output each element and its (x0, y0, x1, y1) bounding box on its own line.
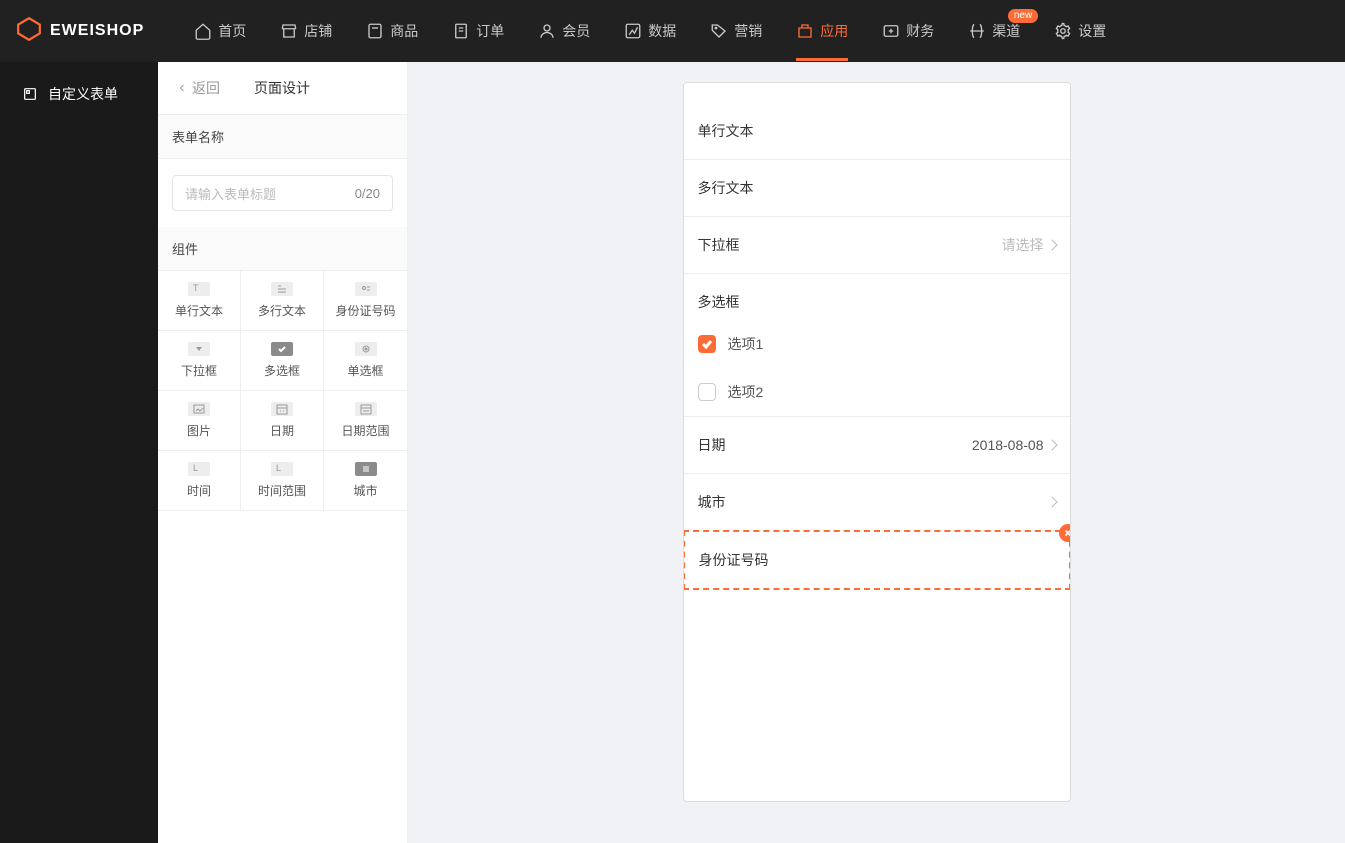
checkbox-icon (271, 342, 293, 356)
dropdown-value: 请选择 (1002, 235, 1056, 255)
nav-member[interactable]: 会员 (538, 1, 590, 61)
comp-date-range[interactable]: 日期范围 (324, 391, 407, 451)
home-icon (194, 22, 212, 40)
store-icon (280, 22, 298, 40)
comp-city[interactable]: 城市 (324, 451, 407, 511)
channel-icon (968, 22, 986, 40)
badge-new: new (1008, 9, 1038, 23)
preview-city[interactable]: 城市 (684, 474, 1070, 531)
tag-icon (710, 22, 728, 40)
logo-icon (16, 16, 42, 47)
checkbox-unchecked-icon (698, 383, 716, 401)
back-button[interactable]: 返回 (176, 78, 220, 98)
dropdown-icon (188, 342, 210, 356)
preview-idcard-selected[interactable]: 身份证号码 (683, 530, 1071, 590)
form-name-placeholder: 请输入表单标题 (185, 184, 276, 203)
form-name-input[interactable]: 请输入表单标题 0/20 (172, 175, 393, 211)
main-area: 返回 页面设计 表单名称 请输入表单标题 0/20 组件 T单行文本 多行文本 … (158, 62, 1345, 843)
form-name-label: 表单名称 (158, 115, 407, 159)
idcard-icon (355, 282, 377, 296)
chevron-right-icon (1046, 496, 1057, 507)
nav-store[interactable]: 店铺 (280, 1, 332, 61)
sidebar: 自定义表单 (0, 62, 158, 843)
app-icon (796, 22, 814, 40)
nav-finance[interactable]: 财务 (882, 1, 934, 61)
preview-checkbox-header[interactable]: 多选框 (684, 274, 1070, 320)
logo[interactable]: EWEISHOP (16, 16, 144, 47)
preview-date[interactable]: 日期 2018-08-08 (684, 417, 1070, 474)
comp-time-range[interactable]: L时间范围 (241, 451, 324, 511)
member-icon (538, 22, 556, 40)
checkbox-option-1[interactable]: 选项1 (684, 320, 1070, 368)
checkbox-option-2[interactable]: 选项2 (684, 368, 1070, 417)
panel-header: 返回 页面设计 (158, 62, 407, 115)
canvas-area: 单行文本 多行文本 下拉框 请选择 多选框 选项1 选项2 (408, 62, 1345, 843)
multitext-icon (271, 282, 293, 296)
comp-date[interactable]: 日期 (241, 391, 324, 451)
chart-icon (624, 22, 642, 40)
logo-text: EWEISHOP (50, 22, 144, 40)
nav-home[interactable]: 首页 (194, 1, 246, 61)
arrow-left-icon (176, 82, 188, 94)
top-nav: EWEISHOP 首页 店铺 商品 订单 会员 数据 营销 (0, 0, 1345, 62)
checkbox-checked-icon (698, 335, 716, 353)
comp-dropdown[interactable]: 下拉框 (158, 331, 241, 391)
comp-image[interactable]: 图片 (158, 391, 241, 451)
left-panel: 返回 页面设计 表单名称 请输入表单标题 0/20 组件 T单行文本 多行文本 … (158, 62, 408, 843)
nav-marketing[interactable]: 营销 (710, 1, 762, 61)
nav-goods[interactable]: 商品 (366, 1, 418, 61)
nav-app[interactable]: 应用 (796, 1, 848, 61)
timerange-icon: L (271, 462, 293, 476)
finance-icon (882, 22, 900, 40)
city-icon (355, 462, 377, 476)
nav-data[interactable]: 数据 (624, 1, 676, 61)
sidebar-item-custom-form[interactable]: 自定义表单 (0, 76, 158, 112)
form-icon (22, 86, 38, 102)
components-label: 组件 (158, 227, 407, 271)
daterange-icon (355, 402, 377, 416)
page-title: 页面设计 (254, 78, 310, 98)
chevron-right-icon (1046, 239, 1057, 250)
comp-time[interactable]: L时间 (158, 451, 241, 511)
form-name-section: 请输入表单标题 0/20 (158, 159, 407, 227)
comp-multi-text[interactable]: 多行文本 (241, 271, 324, 331)
preview-single-text[interactable]: 单行文本 (684, 103, 1070, 160)
date-icon (271, 402, 293, 416)
phone-preview: 单行文本 多行文本 下拉框 请选择 多选框 选项1 选项2 (683, 82, 1071, 802)
preview-dropdown[interactable]: 下拉框 请选择 (684, 217, 1070, 274)
form-name-counter: 0/20 (355, 186, 380, 201)
component-grid: T单行文本 多行文本 身份证号码 下拉框 多选框 单选框 图片 日期 日期范围 … (158, 271, 407, 511)
date-value: 2018-08-08 (972, 437, 1056, 453)
nav-settings[interactable]: 设置 (1054, 1, 1106, 61)
settings-icon (1054, 22, 1072, 40)
order-icon (452, 22, 470, 40)
chevron-right-icon (1046, 439, 1057, 450)
comp-radio[interactable]: 单选框 (324, 331, 407, 391)
comp-single-text[interactable]: T单行文本 (158, 271, 241, 331)
text-icon: T (188, 282, 210, 296)
nav-items: 首页 店铺 商品 订单 会员 数据 营销 应用 (194, 1, 1106, 61)
nav-channel[interactable]: 渠道 new (968, 1, 1020, 61)
radio-icon (355, 342, 377, 356)
image-icon (188, 402, 210, 416)
nav-order[interactable]: 订单 (452, 1, 504, 61)
goods-icon (366, 22, 384, 40)
time-icon: L (188, 462, 210, 476)
delete-button[interactable] (1059, 524, 1071, 542)
preview-multi-text[interactable]: 多行文本 (684, 160, 1070, 217)
comp-checkbox[interactable]: 多选框 (241, 331, 324, 391)
comp-idcard[interactable]: 身份证号码 (324, 271, 407, 331)
